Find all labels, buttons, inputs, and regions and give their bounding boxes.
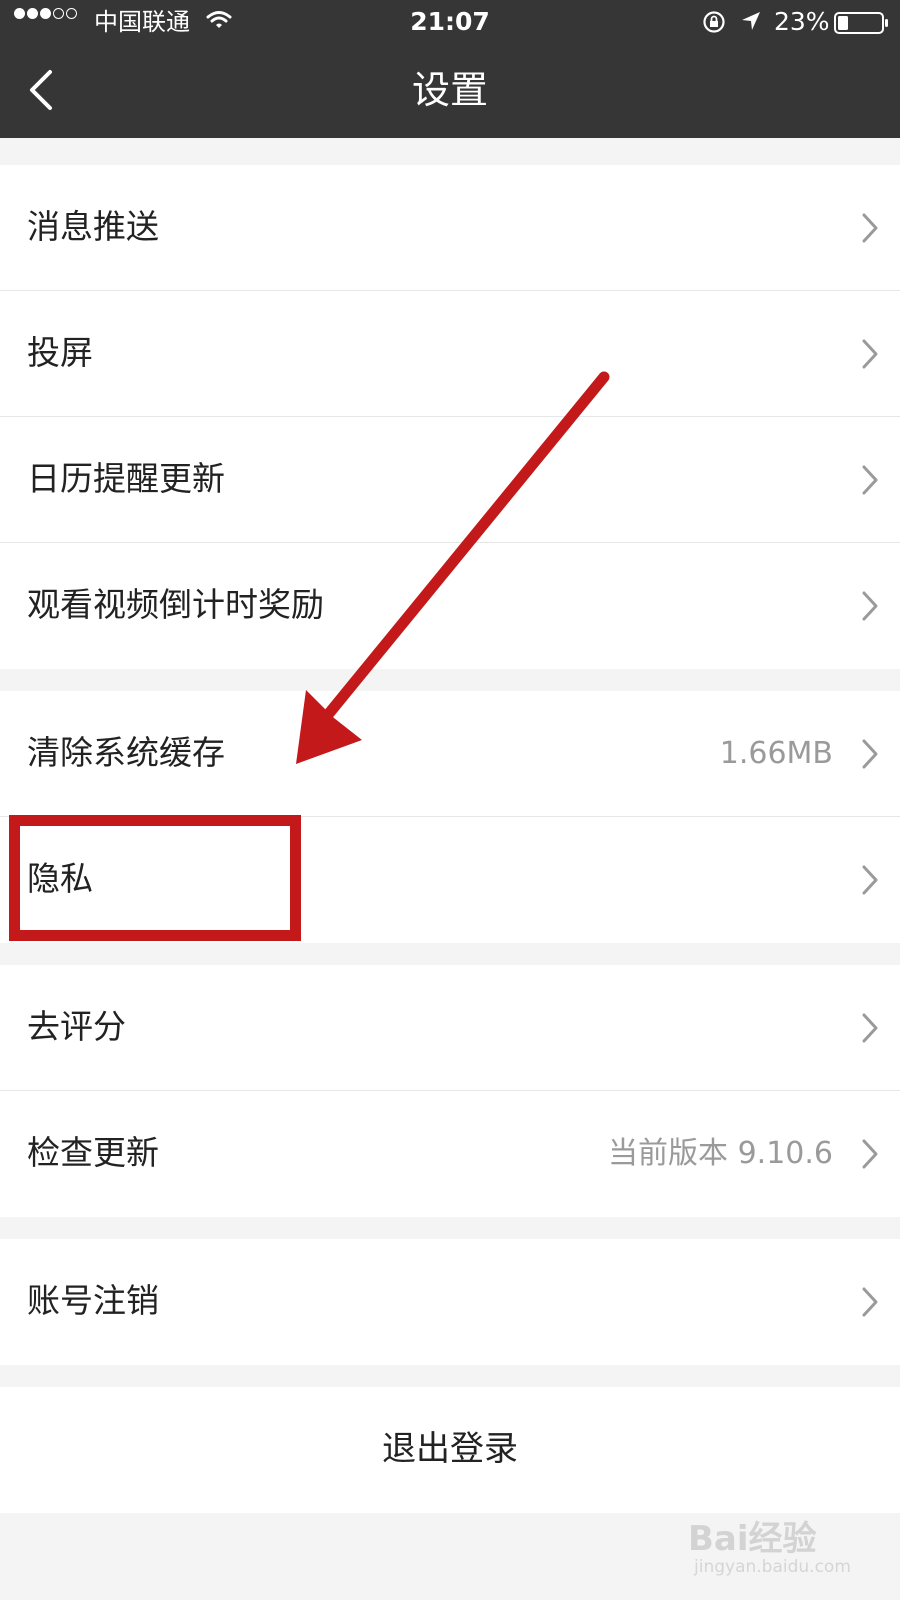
settings-item-label: 检查更新: [27, 1133, 159, 1172]
rotation-lock-icon: [703, 11, 725, 33]
settings-item-video-countdown-reward[interactable]: 观看视频倒计时奖励: [0, 543, 900, 669]
settings-item-label: 账号注销: [27, 1281, 159, 1320]
chevron-right-icon: [862, 739, 878, 769]
logout-label: 退出登录: [382, 1429, 518, 1469]
watermark-logo: Bai经验: [688, 1519, 817, 1559]
settings-group-general: 消息推送 投屏 日历提醒更新 观看视频倒计时奖励: [0, 165, 900, 669]
watermark-url: jingyan.baidu.com: [694, 1557, 851, 1577]
chevron-right-icon: [862, 1287, 878, 1317]
settings-item-label: 去评分: [27, 1007, 126, 1046]
page-title: 设置: [411, 68, 488, 112]
location-icon: [742, 12, 760, 30]
settings-item-label: 清除系统缓存: [27, 733, 225, 772]
settings-group-account: 账号注销: [0, 1239, 900, 1365]
navigation-bar: 设置: [0, 44, 900, 138]
settings-item-push-notifications[interactable]: 消息推送: [0, 165, 900, 291]
settings-item-label: 投屏: [27, 333, 93, 372]
current-version-value: 当前版本 9.10.6: [608, 1136, 833, 1171]
settings-item-screen-cast[interactable]: 投屏: [0, 291, 900, 417]
settings-item-calendar-reminder[interactable]: 日历提醒更新: [0, 417, 900, 543]
settings-item-label: 消息推送: [27, 207, 159, 246]
settings-item-delete-account[interactable]: 账号注销: [0, 1239, 900, 1365]
cache-size-value: 1.66MB: [719, 736, 833, 771]
settings-item-rate-app[interactable]: 去评分: [0, 965, 900, 1091]
chevron-right-icon: [862, 591, 878, 621]
chevron-right-icon: [862, 465, 878, 495]
settings-item-label: 观看视频倒计时奖励: [27, 585, 324, 624]
chevron-right-icon: [862, 865, 878, 895]
chevron-right-icon: [862, 1139, 878, 1169]
annotation-highlight-box: [9, 815, 301, 941]
settings-item-label: 日历提醒更新: [27, 459, 225, 498]
settings-item-clear-cache[interactable]: 清除系统缓存 1.66MB: [0, 691, 900, 817]
chevron-right-icon: [862, 1013, 878, 1043]
logout-button[interactable]: 退出登录: [0, 1387, 900, 1513]
chevron-right-icon: [862, 213, 878, 243]
clock: 21:07: [410, 7, 490, 36]
chevron-right-icon: [862, 339, 878, 369]
battery-icon: [834, 12, 888, 34]
battery-percentage: 23%: [774, 7, 830, 36]
settings-screen: 中国联通 21:07 23% 设置 消息推送 投屏 日历提醒更新 观看视频倒计时…: [0, 0, 900, 1600]
top-bar: 中国联通 21:07 23% 设置: [0, 0, 900, 138]
settings-item-check-update[interactable]: 检查更新 当前版本 9.10.6: [0, 1091, 900, 1217]
baidu-jingyan-watermark: Bai经验 jingyan.baidu.com: [688, 1505, 888, 1595]
settings-group-about: 去评分 检查更新 当前版本 9.10.6: [0, 965, 900, 1217]
status-bar: 中国联通 21:07 23%: [0, 0, 900, 44]
